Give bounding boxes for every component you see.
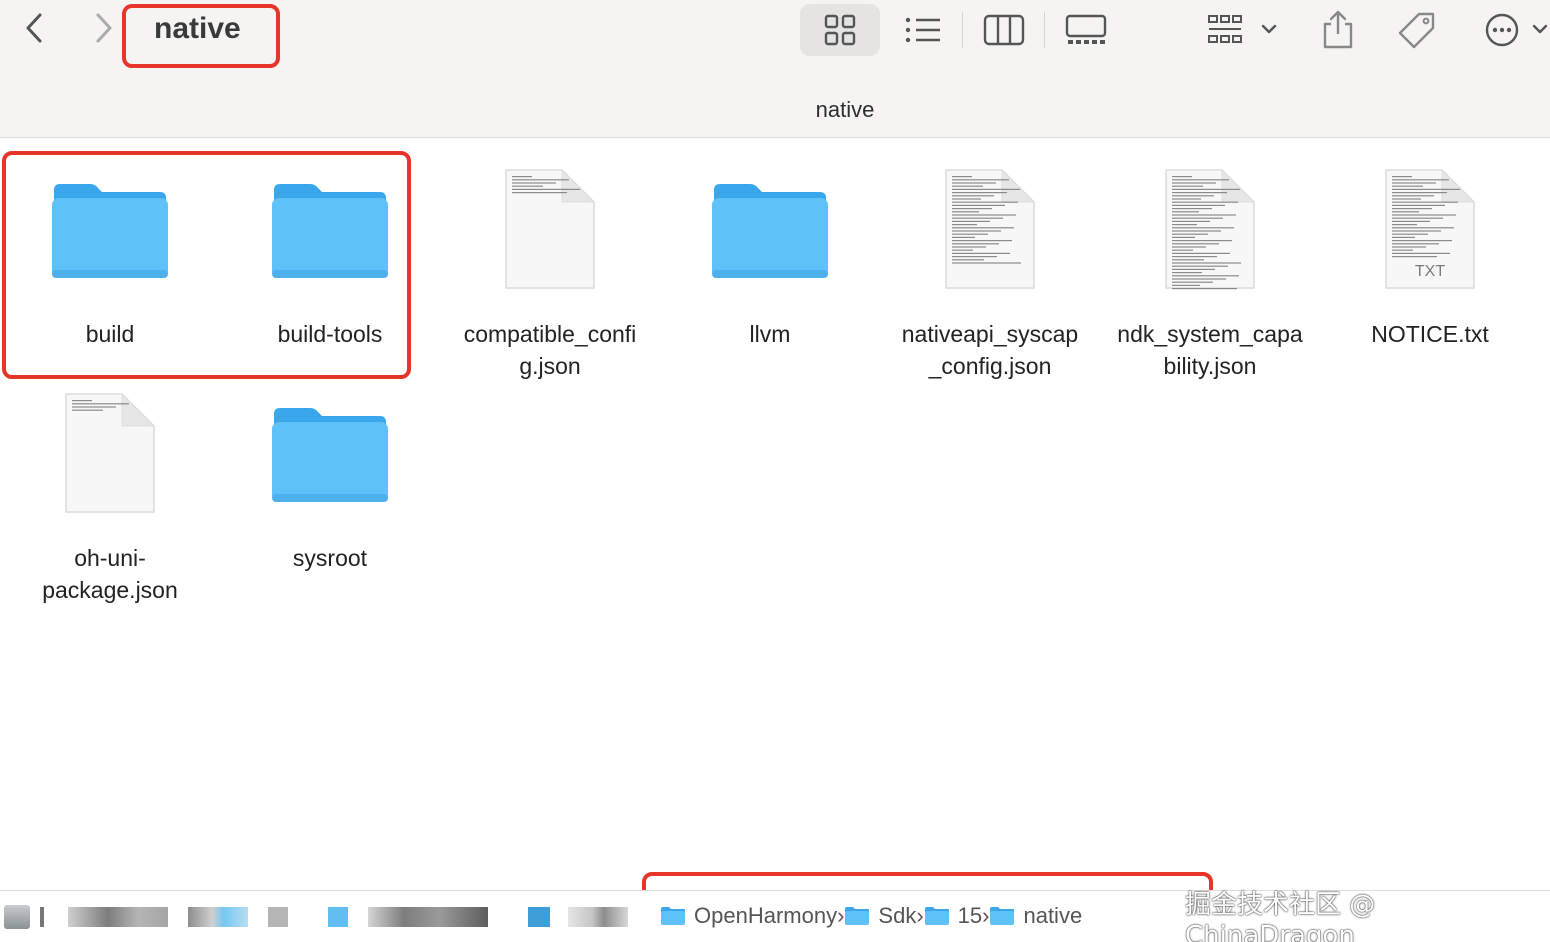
redacted-crumb <box>368 907 488 927</box>
redacted-crumb <box>568 907 628 927</box>
column-view-icon <box>983 14 1025 46</box>
list-view-button[interactable] <box>900 4 944 56</box>
forward-button[interactable] <box>84 8 124 48</box>
document-icon <box>505 168 596 289</box>
item-label: build <box>85 321 135 347</box>
toolbar-separator <box>1044 12 1045 48</box>
folder-icon <box>924 907 949 925</box>
tag-icon <box>1398 12 1435 49</box>
item-label: nativeapi_syscap _config.json <box>880 318 1100 382</box>
document-icon <box>65 392 156 513</box>
share-button[interactable] <box>1318 4 1358 56</box>
group-by-icon <box>1208 15 1277 43</box>
window-title: native <box>154 12 241 45</box>
folder-icon <box>712 184 828 278</box>
tag-button[interactable] <box>1394 4 1440 56</box>
breadcrumb-item[interactable]: 15 <box>924 903 982 929</box>
item-label-line: g.json <box>519 353 581 379</box>
chevron-left-icon <box>26 13 42 43</box>
icon-view-icon <box>824 14 856 46</box>
icon-view-button[interactable] <box>800 4 880 56</box>
item-icon <box>1100 166 1320 292</box>
item-icon <box>660 166 880 282</box>
breadcrumb-separator: › <box>916 903 924 928</box>
item-icon <box>220 166 440 282</box>
column-view-button[interactable] <box>982 4 1026 56</box>
item-label-line: ndk_system_capa <box>1117 321 1303 347</box>
folder-icon <box>661 907 685 925</box>
folder-icon <box>272 408 388 502</box>
breadcrumb-label: Sdk <box>878 903 917 928</box>
redacted-crumb <box>188 907 248 927</box>
breadcrumb-label: OpenHarmony <box>694 903 838 928</box>
gallery-view-button[interactable] <box>1064 4 1108 56</box>
back-button[interactable] <box>14 8 54 48</box>
document-icon <box>945 168 1036 289</box>
document-icon <box>1165 168 1256 290</box>
chevron-right-icon <box>96 13 112 43</box>
breadcrumb-separator: › <box>837 903 845 928</box>
item-label: oh-uni-package.json <box>0 542 220 606</box>
breadcrumb-label: 15 <box>957 903 983 928</box>
folder-icon <box>272 184 388 278</box>
breadcrumb: OpenHarmony › Sdk › 15 › native <box>660 903 1082 929</box>
folder-icon <box>990 907 1015 925</box>
item-label-line: package.json <box>42 577 178 603</box>
disk-icon <box>4 905 30 929</box>
item-label-line: _config.json <box>928 353 1052 379</box>
redacted-crumb <box>68 907 168 927</box>
redacted-crumb <box>528 907 550 927</box>
watermark: 掘金技术社区 @ ChinaDragon <box>1185 890 1376 942</box>
item-icon <box>0 166 220 282</box>
redacted-crumb <box>40 907 44 927</box>
toolbar: native native <box>0 0 1550 138</box>
gallery-view-icon <box>1065 14 1107 44</box>
item-label: build-tools <box>277 321 383 347</box>
item-label-line: nativeapi_syscap <box>901 321 1079 347</box>
breadcrumb-item[interactable]: OpenHarmony <box>660 903 837 929</box>
folder-icon <box>52 184 168 278</box>
group-by-button[interactable] <box>1206 4 1282 56</box>
share-icon <box>1323 10 1353 49</box>
redacted-crumb <box>328 907 348 927</box>
item-icon: TXT <box>1320 166 1540 292</box>
path-title: native <box>815 97 875 122</box>
item-label-line: oh-uni- <box>74 545 146 571</box>
item-icon <box>440 166 660 292</box>
breadcrumb-separator: › <box>982 903 990 928</box>
document-icon: TXT <box>1385 168 1476 289</box>
breadcrumb-item[interactable]: Sdk <box>844 903 916 929</box>
item-label: ndk_system_capa bility.json <box>1100 318 1320 382</box>
more-options-button[interactable] <box>1482 4 1550 56</box>
svg-text:TXT: TXT <box>1415 263 1445 280</box>
item-icon <box>880 166 1100 292</box>
list-view-icon <box>905 17 940 43</box>
item-label-line: compatible_confi <box>463 321 637 347</box>
item-label-line: bility.json <box>1163 353 1257 379</box>
breadcrumb-label: native <box>1023 903 1083 928</box>
item-icon <box>0 390 220 516</box>
item-label: compatible_confi g.json <box>440 318 660 382</box>
redacted-crumb <box>268 907 288 927</box>
toolbar-separator <box>962 12 963 48</box>
item-label: llvm <box>749 321 791 347</box>
breadcrumb-item[interactable]: native <box>989 903 1082 929</box>
item-label: sysroot <box>292 545 368 571</box>
folder-icon <box>845 907 870 925</box>
more-options-icon <box>1485 13 1548 47</box>
item-icon <box>220 390 440 506</box>
item-label: NOTICE.txt <box>1371 321 1489 347</box>
